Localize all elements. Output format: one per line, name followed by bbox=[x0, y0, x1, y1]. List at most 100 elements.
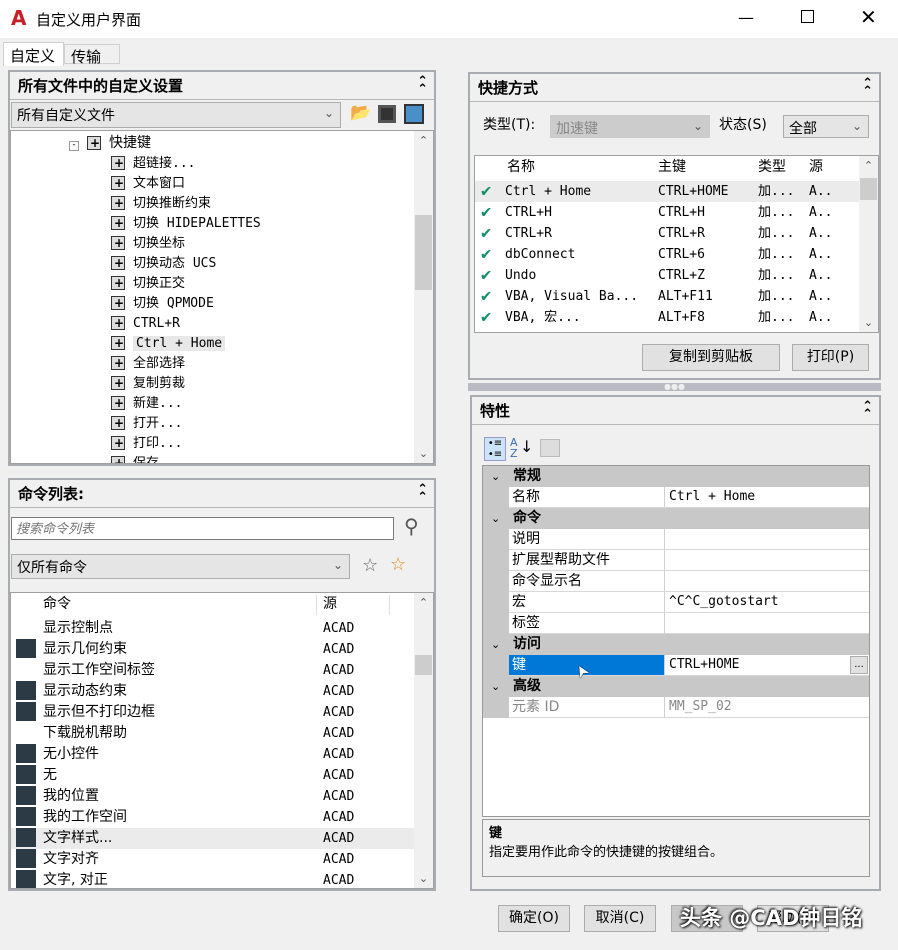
tree-item[interactable]: 切换 HIDEPALETTES bbox=[111, 213, 261, 233]
save-icon[interactable] bbox=[378, 105, 396, 123]
collapse-icon[interactable]: ⌃⌃ bbox=[862, 80, 873, 96]
shortcuts-scrollbar[interactable]: ⌃⌄ bbox=[859, 156, 878, 332]
property-row[interactable]: 说明 bbox=[509, 529, 869, 550]
command-icon bbox=[16, 786, 36, 805]
property-category[interactable]: ⌄高级 bbox=[483, 676, 869, 697]
command-name: 无小控件 bbox=[43, 744, 99, 765]
property-row[interactable]: 键CTRL+HOME... bbox=[509, 655, 869, 676]
sort-alphabetical-icon[interactable]: AZ bbox=[510, 437, 518, 459]
property-category[interactable]: ⌄访问 bbox=[483, 634, 869, 655]
chevron-down-icon[interactable]: ⌄ bbox=[491, 634, 500, 655]
customizations-panel: 所有文件中的自定义设置⌃⌃ 所有自定义文件⌄ 📂 -快捷键 超链接...文本窗口… bbox=[8, 70, 436, 466]
command-row[interactable]: 无ACAD bbox=[11, 765, 414, 786]
print-button[interactable]: 打印(P) bbox=[792, 344, 869, 371]
property-row[interactable]: 名称Ctrl + Home bbox=[509, 487, 869, 508]
tree-item[interactable]: 打开... bbox=[111, 413, 182, 433]
shortcut-icon bbox=[111, 296, 125, 310]
command-icon bbox=[16, 744, 36, 763]
tab-transfer[interactable]: 传输 bbox=[64, 44, 120, 64]
property-row[interactable]: 元素 IDMM_SP_02 bbox=[509, 697, 869, 718]
cancel-button[interactable]: 取消(C) bbox=[584, 905, 656, 932]
command-row[interactable]: 文字样式...ACAD bbox=[11, 828, 414, 849]
tree-item[interactable]: 复制剪裁 bbox=[111, 373, 185, 393]
command-source: ACAD bbox=[323, 660, 354, 681]
collapse-icon[interactable]: ⌃⌃ bbox=[862, 403, 873, 419]
command-filter-dropdown[interactable]: 仅所有命令⌄ bbox=[11, 554, 350, 579]
command-row[interactable]: 显示动态约束ACAD bbox=[11, 681, 414, 702]
command-row[interactable]: 显示几何约束ACAD bbox=[11, 639, 414, 660]
command-row[interactable]: 我的工作空间ACAD bbox=[11, 807, 414, 828]
tree-scrollbar[interactable]: ⌃⌄ bbox=[414, 131, 433, 463]
shortcut-row[interactable]: ✔dbConnectCTRL+6加...A.. bbox=[475, 244, 859, 265]
command-row[interactable]: 下载脱机帮助ACAD bbox=[11, 723, 414, 744]
shortcuts-list[interactable]: 名称 主键 类型 源 ✔Ctrl + HomeCTRL+HOME加...A..✔… bbox=[474, 155, 879, 333]
tree-node-shortcuts[interactable]: -快捷键 bbox=[69, 133, 151, 153]
chevron-down-icon[interactable]: ⌄ bbox=[491, 508, 500, 529]
command-row[interactable]: 显示但不打印边框ACAD bbox=[11, 702, 414, 723]
tree-item[interactable]: 切换 QPMODE bbox=[111, 293, 214, 313]
shortcut-row[interactable]: ✔Ctrl + HomeCTRL+HOME加...A.. bbox=[475, 181, 859, 202]
save-as-icon[interactable] bbox=[404, 104, 424, 124]
tree-item[interactable]: 新建... bbox=[111, 393, 182, 413]
property-grid[interactable]: ⌄常规名称Ctrl + Home⌄命令说明扩展型帮助文件命令显示名宏^C^C_g… bbox=[482, 465, 870, 817]
panel-header: 所有文件中的自定义设置⌃⌃ bbox=[10, 72, 434, 100]
find-star-icon[interactable]: ☆ bbox=[362, 555, 378, 576]
collapse-node-icon[interactable]: - bbox=[69, 141, 79, 151]
command-name: 显示但不打印边框 bbox=[43, 702, 155, 723]
maximize-button[interactable] bbox=[801, 10, 814, 23]
categorized-view-icon[interactable]: •≡•≡ bbox=[484, 437, 506, 461]
status-label: 状态(S) bbox=[719, 114, 767, 134]
tab-customize[interactable]: 自定义 bbox=[3, 42, 64, 66]
command-row[interactable]: 我的位置ACAD bbox=[11, 786, 414, 807]
copy-to-clipboard-button[interactable]: 复制到剪贴板 bbox=[642, 344, 780, 371]
collapse-icon[interactable]: ⌃⌃ bbox=[417, 486, 428, 502]
search-icon[interactable]: ⚲ bbox=[404, 514, 419, 538]
chevron-down-icon[interactable]: ⌄ bbox=[491, 676, 500, 697]
shortcut-row[interactable]: ✔VBA, 宏...ALT+F8加...A.. bbox=[475, 307, 859, 328]
customization-tree[interactable]: -快捷键 超链接...文本窗口切换推断约束切换 HIDEPALETTES切换坐标… bbox=[10, 130, 434, 464]
shortcut-row[interactable]: ✔UndoCTRL+Z加...A.. bbox=[475, 265, 859, 286]
tree-item[interactable]: 切换正交 bbox=[111, 273, 185, 293]
shortcut-row[interactable]: ✔CTRL+HCTRL+H加...A.. bbox=[475, 202, 859, 223]
check-icon: ✔ bbox=[481, 286, 491, 307]
status-dropdown[interactable]: 全部⌄ bbox=[783, 115, 869, 138]
property-row[interactable]: 命令显示名 bbox=[509, 571, 869, 592]
tree-item[interactable]: 切换坐标 bbox=[111, 233, 185, 253]
command-row[interactable]: 显示控制点ACAD bbox=[11, 618, 414, 639]
tree-item[interactable]: 文本窗口 bbox=[111, 173, 185, 193]
browse-button[interactable]: ... bbox=[850, 656, 868, 674]
tree-item[interactable]: 切换动态 UCS bbox=[111, 253, 216, 273]
close-button[interactable]: ✕ bbox=[860, 5, 877, 29]
shortcut-row[interactable]: ✔VBA, Visual Ba...ALT+F11加...A.. bbox=[475, 286, 859, 307]
command-row[interactable]: 显示工作空间标签ACAD bbox=[11, 660, 414, 681]
panel-splitter[interactable]: ●●● bbox=[468, 383, 881, 391]
file-filter-dropdown[interactable]: 所有自定义文件⌄ bbox=[11, 102, 341, 128]
command-row[interactable]: 文字对齐ACAD bbox=[11, 849, 414, 870]
chevron-down-icon[interactable]: ⌄ bbox=[491, 466, 500, 487]
tree-item[interactable]: 保存 bbox=[111, 453, 159, 464]
command-row[interactable]: 无小控件ACAD bbox=[11, 744, 414, 765]
property-category[interactable]: ⌄常规 bbox=[483, 466, 869, 487]
tree-item[interactable]: 全部选择 bbox=[111, 353, 185, 373]
command-list-scrollbar[interactable]: ⌃⌄ bbox=[414, 593, 433, 888]
tree-item[interactable]: Ctrl + Home bbox=[111, 333, 225, 353]
shortcut-icon bbox=[111, 456, 125, 464]
command-search-input[interactable] bbox=[11, 517, 394, 540]
tree-item[interactable]: 打印... bbox=[111, 433, 182, 453]
command-row[interactable]: 文字, 对正ACAD bbox=[11, 870, 414, 889]
property-row[interactable]: 标签 bbox=[509, 613, 869, 634]
open-file-icon[interactable]: 📂 bbox=[350, 103, 371, 123]
tree-item[interactable]: CTRL+R bbox=[111, 313, 180, 333]
property-category[interactable]: ⌄命令 bbox=[483, 508, 869, 529]
shortcut-icon bbox=[111, 376, 125, 390]
ok-button[interactable]: 确定(O) bbox=[498, 905, 570, 932]
minimize-button[interactable]: — bbox=[738, 8, 754, 27]
shortcut-row[interactable]: ✔CTRL+RCTRL+R加...A.. bbox=[475, 223, 859, 244]
new-star-icon[interactable]: ☆ bbox=[390, 554, 406, 575]
command-list[interactable]: 命令 源 显示控制点ACAD显示几何约束ACAD显示工作空间标签ACAD显示动态… bbox=[10, 592, 434, 889]
collapse-icon[interactable]: ⌃⌃ bbox=[417, 78, 428, 94]
property-row[interactable]: 扩展型帮助文件 bbox=[509, 550, 869, 571]
property-row[interactable]: 宏^C^C_gotostart bbox=[509, 592, 869, 613]
tree-item[interactable]: 超链接... bbox=[111, 153, 195, 173]
tree-item[interactable]: 切换推断约束 bbox=[111, 193, 211, 213]
